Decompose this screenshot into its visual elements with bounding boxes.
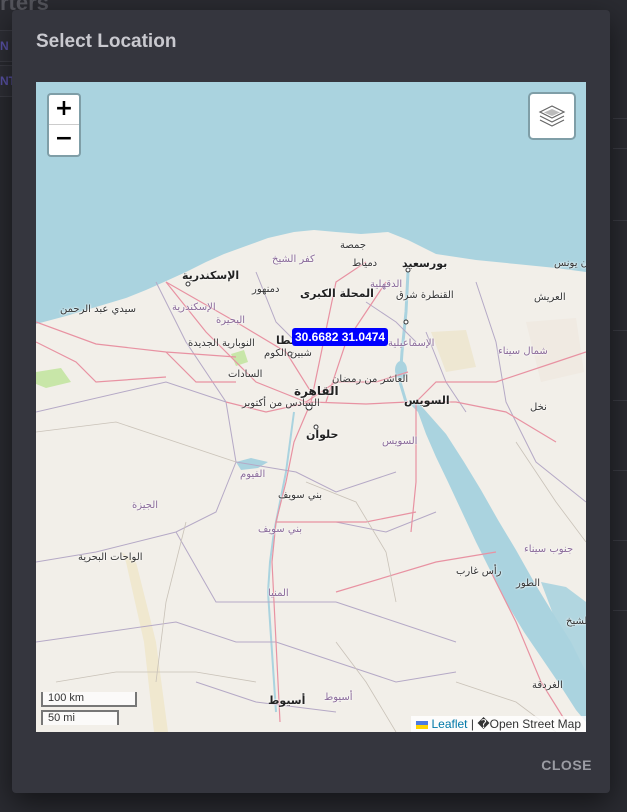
place-label: شرم الشيخ [566,616,586,627]
divider [613,400,627,401]
place-label: خان يونس [554,258,586,269]
place-label: القاهرة [294,384,339,398]
osm-attribution: �Open Street Map [477,717,581,731]
place-label: العريش [534,292,566,303]
place-label: بورسعيد [402,257,448,270]
divider [613,118,627,119]
close-button[interactable]: CLOSE [541,757,592,773]
divider [613,148,627,149]
divider [613,540,627,541]
place-label: جنوب سيناء [524,544,574,555]
zoom-in-button[interactable]: + [49,95,79,125]
place-label: المنيا [268,588,289,599]
place-label: العاشر من رمضان [332,374,409,385]
map-attribution: Leaflet | �Open Street Map [411,716,586,732]
map-view[interactable]: الإسكندرية الإسكندرية كفر الشيخ دمياط جمصة بو… [36,82,586,732]
divider [613,610,627,611]
place-label: الإسكندرية [182,269,240,282]
place-label: رأس غارب [456,566,502,577]
layers-control-button[interactable] [528,92,576,140]
place-label: بني سويف [258,524,302,535]
place-label: الغردقة [532,680,563,691]
place-label: أسيوط [324,692,353,703]
place-label: الإسكندرية [172,302,216,313]
place-label: حلوان [306,428,339,441]
place-label: الطور [516,578,541,589]
dialog-title: Select Location [36,31,177,52]
place-label: الواحات البحرية [78,552,143,563]
place-label: السويس [404,394,450,407]
select-location-dialog: Select Location الإسكندرية الإسكندرية كف… [12,10,610,793]
attribution-separator: | [467,717,478,731]
divider [613,330,627,331]
place-label: السويس [382,436,418,447]
place-label: نخل [530,402,547,413]
place-label: المحلة الكبرى [300,287,374,300]
place-label: جمصة [340,240,366,251]
place-label: شمال سيناء [498,346,548,357]
place-label: الجيزة [132,500,159,511]
layers-icon [538,105,566,127]
leaflet-link[interactable]: Leaflet [431,717,467,731]
place-label: الإسماعيلية [388,338,435,349]
scale-mi: 50 mi [41,710,119,725]
place-label: شبين الكوم [264,348,312,359]
place-label: القنطرة شرق [396,290,454,301]
place-label: الدقهلية [370,279,403,290]
place-label: النوبارية الجديدة [188,338,255,349]
place-label: بني سويف [278,490,322,501]
place-label: السادس من أكتوبر [242,398,320,409]
ukraine-flag-icon [416,720,429,729]
place-label: دمنهور [252,284,280,295]
background-tab: NT [0,65,16,97]
zoom-control: + − [47,93,81,157]
background-tab: N [0,30,12,62]
divider [613,470,627,471]
place-label: سيدي عبد الرحمن [60,304,136,315]
place-label: الفيوم [240,469,266,480]
place-label: كفر الشيخ [272,254,315,265]
place-label: البحيرة [216,315,246,326]
scale-km: 100 km [41,692,137,707]
place-label: السادات [228,369,263,380]
divider [613,220,627,221]
location-marker-label[interactable]: 30.6682 31.0474 [292,328,389,346]
place-label: دمياط [352,258,378,269]
place-label: أسيوط [268,694,306,707]
zoom-out-button[interactable]: − [49,125,79,155]
